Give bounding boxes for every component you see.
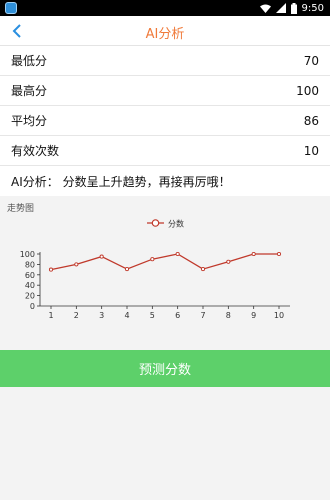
data-point: [48, 267, 54, 272]
x-tick-label: 8: [226, 311, 231, 320]
x-tick-label: 7: [200, 311, 205, 320]
stats-list: 最低分 70 最高分 100 平均分 86 有效次数 10 AI分析： 分数呈上…: [0, 46, 330, 196]
stat-label: 有效次数: [11, 144, 60, 158]
stat-label: 最低分: [11, 54, 48, 68]
stat-row-max: 最高分 100: [0, 76, 330, 106]
predict-score-button[interactable]: 预测分数: [0, 350, 330, 387]
x-tick-label: 4: [124, 311, 129, 320]
y-tick-label: 60: [25, 271, 35, 280]
wifi-icon: [259, 4, 271, 13]
app-bar: AI分析: [0, 16, 330, 46]
x-tick-label: 6: [175, 311, 180, 320]
y-tick-label: 100: [20, 250, 35, 259]
data-point: [226, 259, 231, 264]
x-tick-label: 2: [74, 311, 79, 320]
x-tick-label: 10: [274, 311, 284, 320]
page-title: AI分析: [145, 27, 185, 42]
status-bar: 9:50: [0, 0, 330, 16]
data-point: [200, 267, 206, 272]
y-tick-label: 40: [25, 281, 35, 290]
app-notification-icon: [5, 2, 17, 14]
y-tick-label: 80: [25, 260, 35, 269]
battery-icon: [290, 2, 297, 14]
status-time: 9:50: [301, 2, 324, 14]
x-tick-label: 5: [150, 311, 155, 320]
data-point: [74, 262, 79, 267]
series-line: [50, 253, 279, 271]
stat-value: 10: [303, 143, 319, 158]
stat-row-count: 有效次数 10: [0, 136, 330, 166]
analysis-text: AI分析： 分数呈上升趋势，再接再厉哦！: [0, 166, 330, 196]
x-tick-label: 9: [251, 311, 256, 320]
stat-label: 最高分: [11, 84, 48, 98]
legend-label: 分数: [168, 219, 184, 229]
stat-value: 86: [303, 113, 319, 128]
x-tick-label: 3: [99, 311, 104, 320]
chart-section-title: 走势图: [7, 204, 35, 214]
data-point: [99, 254, 104, 259]
data-point: [124, 267, 130, 272]
y-tick-label: 0: [30, 302, 35, 311]
stat-value: 100: [296, 83, 319, 98]
x-tick-label: 1: [48, 311, 53, 320]
data-point: [150, 257, 155, 262]
data-point: [276, 251, 282, 257]
status-icons: 9:50: [259, 1, 324, 15]
stat-row-avg: 平均分 86: [0, 106, 330, 136]
data-point: [251, 251, 256, 257]
trend-chart: 分数 020 4060 80100 1 2 3 4 5 6 7 8 9 10: [20, 219, 290, 320]
signal-icon: [275, 3, 286, 13]
stat-label: 平均分: [11, 114, 48, 128]
stat-value: 70: [303, 53, 319, 68]
stat-row-min: 最低分 70: [0, 46, 330, 76]
legend-marker: [151, 219, 160, 227]
y-tick-label: 20: [25, 292, 35, 301]
data-point: [175, 251, 180, 257]
trend-chart-section: 走势图 分数 0 20 40 60 80 100 1 2 3 4 5 6 7 8 9 10: [0, 196, 330, 326]
